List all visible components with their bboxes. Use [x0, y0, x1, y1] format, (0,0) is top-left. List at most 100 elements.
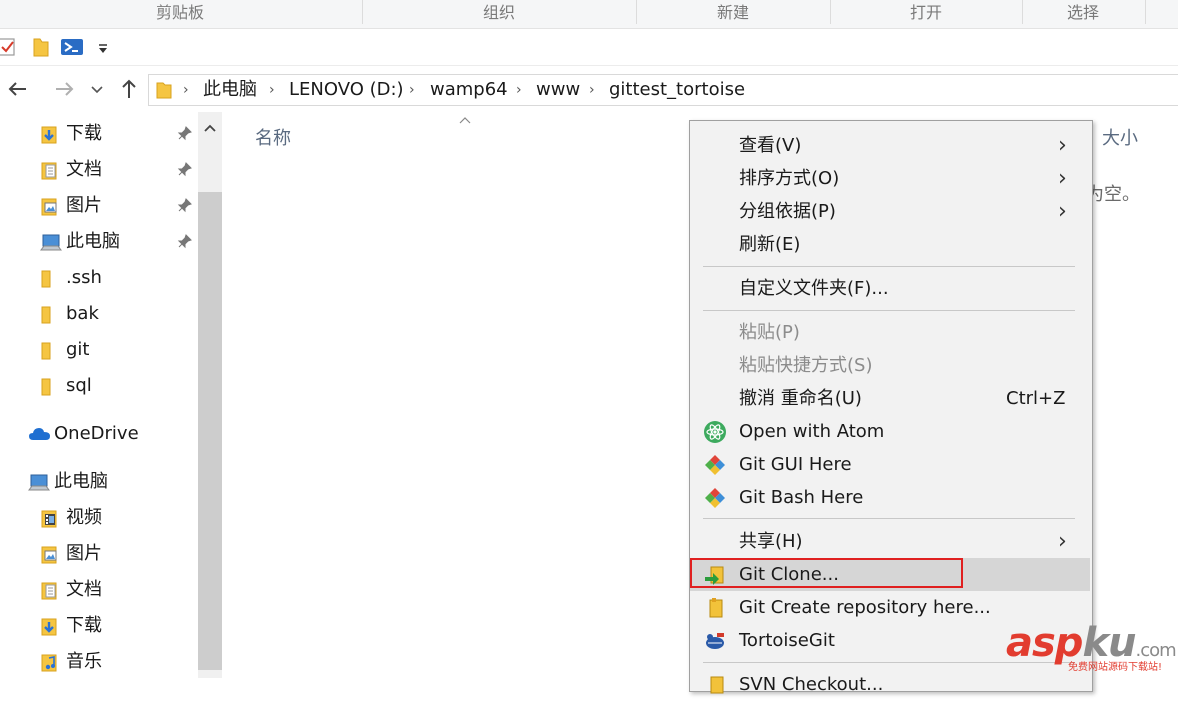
this-pc-icon: [28, 474, 50, 491]
folder-icon: [156, 82, 172, 99]
nav-item-pictures[interactable]: 图片: [40, 191, 190, 221]
menu-separator: [703, 266, 1075, 267]
ribbon-group-select: 选择: [1066, 3, 1099, 22]
nav-item-bak[interactable]: bak: [40, 299, 190, 329]
pin-icon[interactable]: [176, 162, 192, 178]
nav-item-label: 下载: [66, 123, 102, 144]
ribbon-group-clipboard: 剪贴板: [155, 3, 204, 22]
nav-item-downloads-pc[interactable]: 下载: [40, 611, 190, 641]
breadcrumb-drive[interactable]: LENOVO (D:): [289, 78, 404, 102]
recent-locations-button[interactable]: [88, 76, 106, 102]
breadcrumb-separator[interactable]: ›: [409, 78, 415, 102]
nav-item-documents-pc[interactable]: 文档: [40, 575, 190, 605]
nav-item-git[interactable]: git: [40, 335, 190, 365]
menu-item-shortcut: Ctrl+Z: [1006, 388, 1066, 409]
column-header-size[interactable]: 大小: [1102, 124, 1138, 150]
this-pc-icon: [40, 234, 62, 251]
menu-item-refresh[interactable]: 刷新(E): [690, 228, 1090, 261]
nav-item-label: 此电脑: [54, 471, 108, 492]
menu-item-group-by[interactable]: 分组依据(P) ›: [690, 195, 1090, 228]
nav-item-videos[interactable]: 视频: [40, 503, 190, 533]
pin-icon[interactable]: [176, 234, 192, 250]
ribbon-divider: [1145, 0, 1146, 24]
nav-item-sql[interactable]: sql: [40, 371, 190, 401]
menu-item-open-with-atom[interactable]: Open with Atom: [690, 415, 1090, 448]
submenu-arrow-icon: ›: [1058, 133, 1067, 158]
menu-item-customize-folder[interactable]: 自定义文件夹(F)...: [690, 272, 1090, 305]
menu-item-git-gui-here[interactable]: Git GUI Here: [690, 448, 1090, 481]
menu-item-label: SVN Checkout...: [739, 674, 884, 695]
nav-item-downloads[interactable]: 下载: [40, 119, 190, 149]
breadcrumb-current-folder[interactable]: gittest_tortoise: [609, 78, 745, 102]
arrow-right-icon: [56, 82, 74, 96]
nav-item-label: 下载: [66, 615, 102, 636]
breadcrumb-wamp64[interactable]: wamp64: [430, 78, 508, 102]
menu-item-label: Git GUI Here: [739, 454, 852, 475]
menu-item-view[interactable]: 查看(V) ›: [690, 129, 1090, 162]
menu-item-label: 自定义文件夹(F)...: [739, 278, 889, 299]
menu-item-git-bash-here[interactable]: Git Bash Here: [690, 481, 1090, 514]
atom-icon: [704, 421, 726, 443]
breadcrumb-separator[interactable]: ›: [589, 78, 595, 102]
menu-item-label: TortoiseGit: [739, 630, 835, 651]
music-folder-icon: [41, 654, 57, 672]
menu-item-label: Git Clone...: [739, 564, 839, 585]
properties-checkbox-icon[interactable]: [0, 35, 18, 59]
documents-folder-icon: [41, 582, 57, 600]
menu-item-sort-by[interactable]: 排序方式(O) ›: [690, 162, 1090, 195]
menu-item-label: 排序方式(O): [739, 168, 840, 189]
scroll-up-button[interactable]: [198, 118, 222, 138]
nav-item-pictures-pc[interactable]: 图片: [40, 539, 190, 569]
git-gui-icon: [705, 455, 725, 475]
menu-item-label: 查看(V): [739, 135, 802, 156]
powershell-icon[interactable]: [60, 35, 84, 59]
documents-folder-icon: [41, 162, 57, 180]
pin-icon[interactable]: [176, 126, 192, 142]
column-header-name[interactable]: 名称: [255, 124, 291, 150]
back-button[interactable]: [4, 76, 32, 102]
tortoisegit-icon: [706, 633, 724, 649]
forward-button[interactable]: [50, 76, 78, 102]
menu-item-paste[interactable]: 粘贴(P): [690, 316, 1090, 349]
git-bash-icon: [705, 488, 725, 508]
breadcrumb-separator[interactable]: ›: [183, 78, 189, 102]
new-folder-icon[interactable]: [32, 35, 50, 59]
nav-item-this-pc[interactable]: 此电脑: [28, 467, 198, 497]
submenu-arrow-icon: ›: [1058, 529, 1067, 554]
nav-item-ssh[interactable]: .ssh: [40, 263, 190, 293]
breadcrumb-separator[interactable]: ›: [516, 78, 522, 102]
pin-icon[interactable]: [176, 198, 192, 214]
breadcrumb-separator[interactable]: ›: [269, 78, 275, 102]
nav-item-label: 视频: [66, 507, 102, 528]
address-bar[interactable]: › 此电脑 › LENOVO (D:) › wamp64 › www › git…: [148, 74, 1178, 106]
nav-item-onedrive[interactable]: OneDrive: [28, 419, 198, 449]
quick-access-toolbar: [0, 29, 1178, 66]
pictures-folder-icon: [41, 198, 57, 216]
menu-item-label: 粘贴(P): [739, 322, 800, 343]
customize-toolbar-dropdown-icon[interactable]: [96, 35, 110, 59]
nav-item-label: git: [66, 339, 90, 360]
breadcrumb-www[interactable]: www: [536, 78, 580, 102]
git-create-repo-icon: [709, 598, 723, 618]
menu-item-share[interactable]: 共享(H) ›: [690, 525, 1090, 558]
menu-item-git-clone[interactable]: Git Clone...: [690, 558, 1090, 591]
nav-item-music[interactable]: 音乐: [40, 647, 190, 677]
ribbon-group-organize: 组织: [482, 3, 515, 22]
nav-item-label: 图片: [66, 543, 102, 564]
chevron-up-icon: [204, 124, 216, 132]
nav-item-this-pc-pinned[interactable]: 此电脑: [40, 227, 190, 257]
menu-separator: [703, 518, 1075, 519]
menu-item-label: Git Bash Here: [739, 487, 864, 508]
submenu-arrow-icon: ›: [1058, 166, 1067, 191]
breadcrumb-this-pc[interactable]: 此电脑: [203, 78, 257, 102]
menu-item-label: Git Create repository here...: [739, 597, 991, 618]
folder-icon: [41, 378, 51, 396]
nav-item-documents[interactable]: 文档: [40, 155, 190, 185]
videos-folder-icon: [41, 510, 57, 528]
navigation-pane: 下载 文档 图片 此电脑 .ssh bak git sql OneDrive 此…: [0, 112, 222, 678]
menu-item-paste-shortcut[interactable]: 粘贴快捷方式(S): [690, 349, 1090, 382]
nav-item-label: bak: [66, 303, 99, 324]
sidebar-scrollbar-thumb[interactable]: [198, 192, 222, 670]
menu-item-undo-rename[interactable]: 撤消 重命名(U) Ctrl+Z: [690, 382, 1090, 415]
up-button[interactable]: [116, 76, 142, 102]
